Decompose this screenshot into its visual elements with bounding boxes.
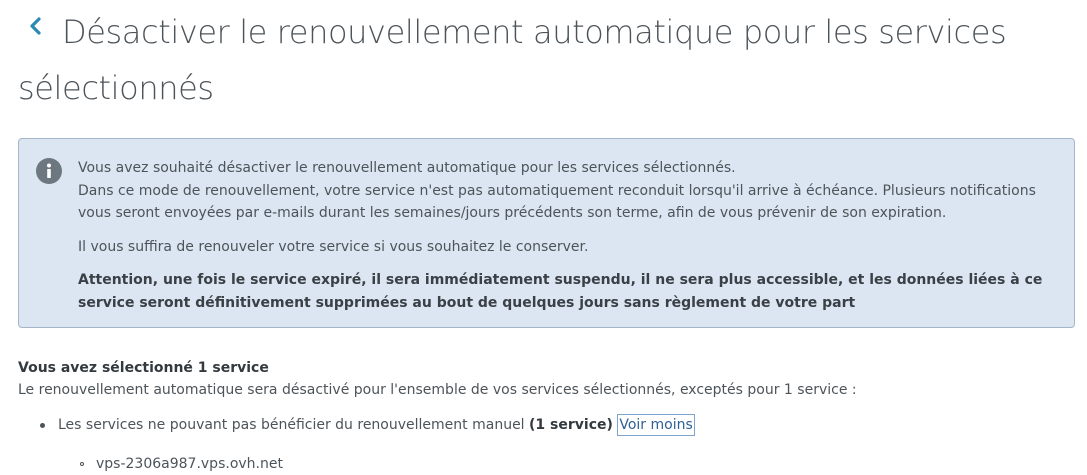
- excluded-services-list: Les services ne pouvant pas bénéficier d…: [0, 414, 695, 436]
- info-intro-details: Dans ce mode de renouvellement, votre se…: [78, 182, 1036, 222]
- excluded-services-count: (1 service): [529, 417, 613, 433]
- list-item: vps-2306a987.vps.ovh.net: [80, 453, 283, 475]
- info-message: Vous avez souhaité désactiver le renouve…: [18, 138, 1075, 328]
- excluded-services-label: Les services ne pouvant pas bénéficier d…: [58, 417, 525, 433]
- info-message-content: Vous avez souhaité désactiver le renouve…: [78, 157, 1058, 314]
- bullet-icon: [40, 423, 45, 428]
- list-item: Les services ne pouvant pas bénéficier d…: [40, 414, 695, 436]
- info-paragraph-intro: Vous avez souhaité désactiver le renouve…: [78, 157, 1058, 225]
- info-paragraph-renew: Il vous suffira de renouveler votre serv…: [78, 238, 589, 255]
- excluded-services-sublist: vps-2306a987.vps.ovh.net: [0, 453, 283, 475]
- selection-heading: Vous avez sélectionné 1 service: [18, 360, 269, 376]
- info-warning: Attention, une fois le service expiré, i…: [78, 272, 1043, 311]
- page-title: Désactiver le renouvellement automatique…: [18, 13, 1007, 107]
- info-icon: [36, 158, 62, 184]
- service-name: vps-2306a987.vps.ovh.net: [96, 456, 283, 472]
- see-less-link[interactable]: Voir moins: [617, 414, 695, 436]
- info-intro-line: Vous avez souhaité désactiver le renouve…: [78, 160, 736, 176]
- circle-bullet-icon: [80, 462, 84, 466]
- selection-description: Le renouvellement automatique sera désac…: [18, 382, 857, 398]
